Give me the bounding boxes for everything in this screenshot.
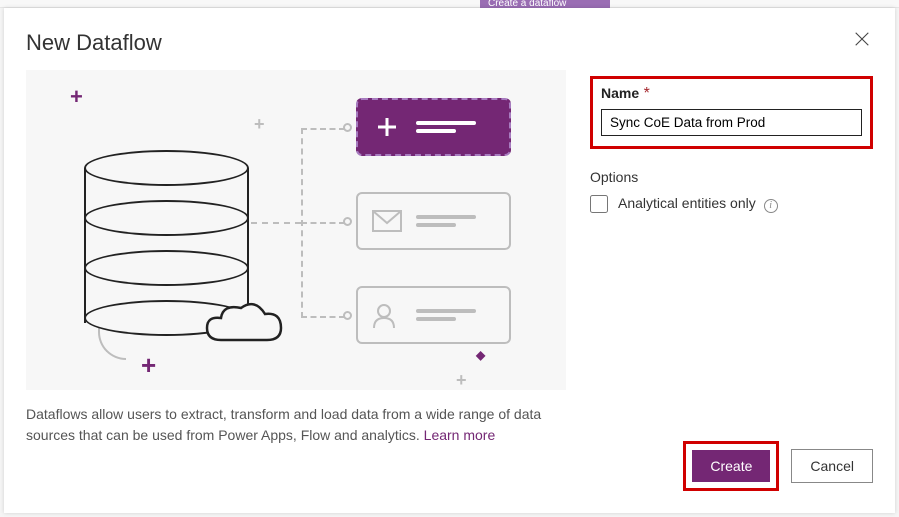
required-asterisk: * bbox=[644, 85, 650, 102]
dataflow-illustration: + + + + ◆ bbox=[26, 70, 566, 390]
dialog-description: Dataflows allow users to extract, transf… bbox=[26, 390, 566, 446]
options-label: Options bbox=[590, 169, 873, 185]
learn-more-link[interactable]: Learn more bbox=[424, 427, 496, 443]
cloud-icon bbox=[201, 300, 286, 350]
analytical-checkbox[interactable] bbox=[590, 195, 608, 213]
mail-source-card bbox=[356, 192, 511, 250]
add-source-card bbox=[356, 98, 511, 156]
cancel-button[interactable]: Cancel bbox=[791, 449, 873, 483]
create-button-highlight: Create bbox=[683, 441, 779, 491]
analytical-label[interactable]: Analytical entities only i bbox=[618, 195, 778, 213]
name-label: Name bbox=[601, 85, 639, 101]
info-icon[interactable]: i bbox=[764, 199, 778, 213]
background-ribbon: Create a dataflow bbox=[480, 0, 610, 8]
user-source-card bbox=[356, 286, 511, 344]
plus-icon bbox=[372, 114, 402, 140]
new-dataflow-dialog: New Dataflow + + + + ◆ bbox=[4, 8, 895, 513]
name-input[interactable] bbox=[601, 109, 862, 136]
close-button[interactable] bbox=[853, 30, 873, 50]
name-field-highlight: Name * bbox=[590, 76, 873, 149]
close-icon bbox=[853, 30, 871, 48]
dialog-title: New Dataflow bbox=[26, 8, 873, 70]
mail-icon bbox=[372, 208, 402, 234]
create-button[interactable]: Create bbox=[692, 450, 770, 482]
user-icon bbox=[372, 302, 402, 328]
